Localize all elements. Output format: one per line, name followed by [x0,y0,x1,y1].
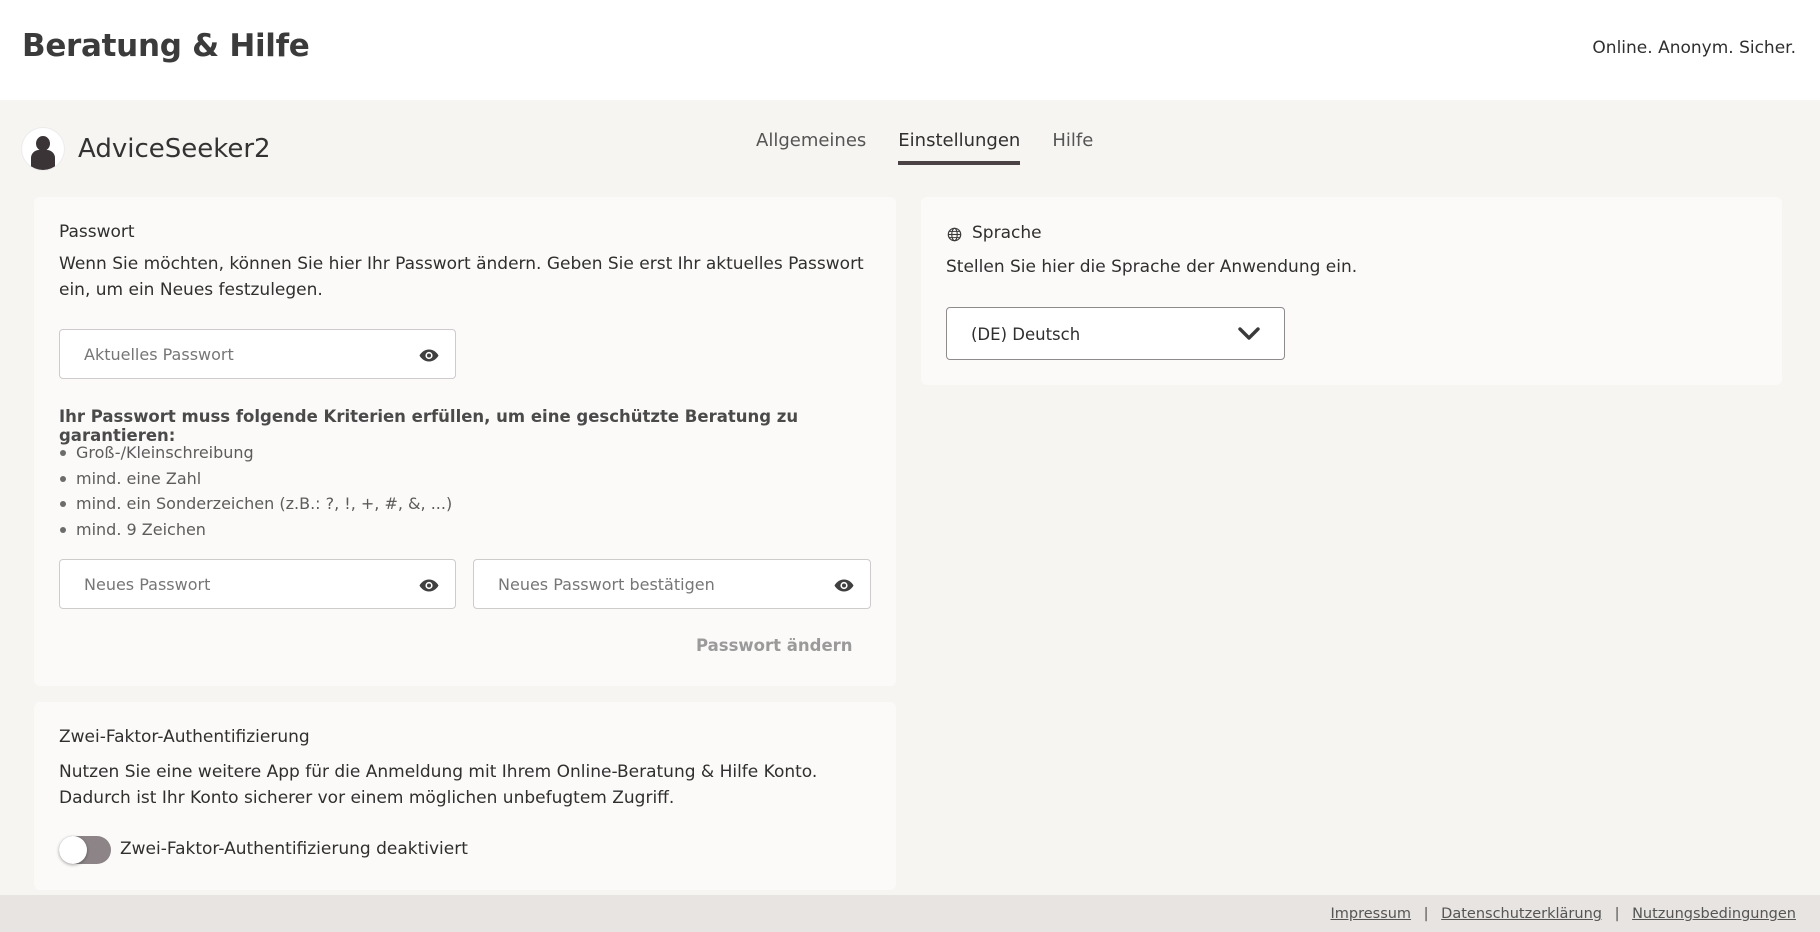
globe-icon [947,227,962,242]
password-description: Wenn Sie möchten, können Sie hier Ihr Pa… [59,254,864,300]
current-password-input[interactable] [60,330,455,378]
profile-header: AdviceSeeker2 [22,127,271,171]
toggle-knob [59,836,87,864]
confirm-password-input[interactable] [474,560,870,608]
tab-hilfe[interactable]: Hilfe [1052,130,1093,165]
list-item: Groß-/Kleinschreibung [59,440,452,466]
footer-separator: | [1614,906,1620,922]
tab-allgemeines[interactable]: Allgemeines [756,130,866,165]
two-factor-description: Nutzen Sie eine weitere App für die Anme… [59,762,818,808]
password-card: Passwort Wenn Sie möchten, können Sie hi… [34,197,896,686]
two-factor-toggle[interactable] [59,836,111,864]
password-title: Passwort [59,222,135,242]
impressum-link[interactable]: Impressum [1330,906,1411,922]
current-password-field[interactable] [59,329,456,379]
language-selected-value: (DE) Deutsch [971,325,1081,344]
top-bar: Beratung & Hilfe Online. Anonym. Sicher. [0,0,1820,100]
chevron-down-icon [1238,327,1260,340]
user-avatar-icon [22,128,64,170]
eye-icon[interactable] [834,579,854,592]
profile-tabs: Allgemeines Einstellungen Hilfe [756,130,1125,165]
nutzungsbedingungen-link[interactable]: Nutzungsbedingungen [1632,906,1796,922]
avatar-head [36,136,50,151]
change-password-button[interactable]: Passwort ändern [696,636,853,655]
username: AdviceSeeker2 [78,134,271,164]
list-item: mind. ein Sonderzeichen (z.B.: ?, !, +, … [59,491,452,517]
avatar-body [31,150,55,170]
tagline: Online. Anonym. Sicher. [1592,38,1796,58]
new-password-input[interactable] [60,560,455,608]
language-title: Sprache [972,223,1042,243]
two-factor-toggle-label: Zwei-Faktor-Authentifizierung deaktivier… [120,839,468,859]
two-factor-title: Zwei-Faktor-Authentifizierung [59,727,310,747]
language-card: Sprache Stellen Sie hier die Sprache der… [921,197,1782,385]
criteria-list: Groß-/Kleinschreibung mind. eine Zahl mi… [59,440,452,542]
datenschutz-link[interactable]: Datenschutzerklärung [1441,906,1602,922]
two-factor-card: Zwei-Faktor-Authentifizierung Nutzen Sie… [34,702,896,890]
tab-einstellungen[interactable]: Einstellungen [898,130,1021,165]
footer-separator: | [1423,906,1429,922]
eye-icon[interactable] [419,579,439,592]
language-description: Stellen Sie hier die Sprache der Anwendu… [946,257,1358,277]
footer-links: Impressum | Datenschutzerklärung | Nutzu… [1330,906,1796,922]
list-item: mind. 9 Zeichen [59,517,452,543]
footer: Impressum | Datenschutzerklärung | Nutzu… [0,895,1820,932]
new-password-field[interactable] [59,559,456,609]
app-title: Beratung & Hilfe [22,28,310,64]
confirm-password-field[interactable] [473,559,871,609]
eye-icon[interactable] [419,349,439,362]
list-item: mind. eine Zahl [59,466,452,492]
language-select[interactable]: (DE) Deutsch [946,307,1285,360]
